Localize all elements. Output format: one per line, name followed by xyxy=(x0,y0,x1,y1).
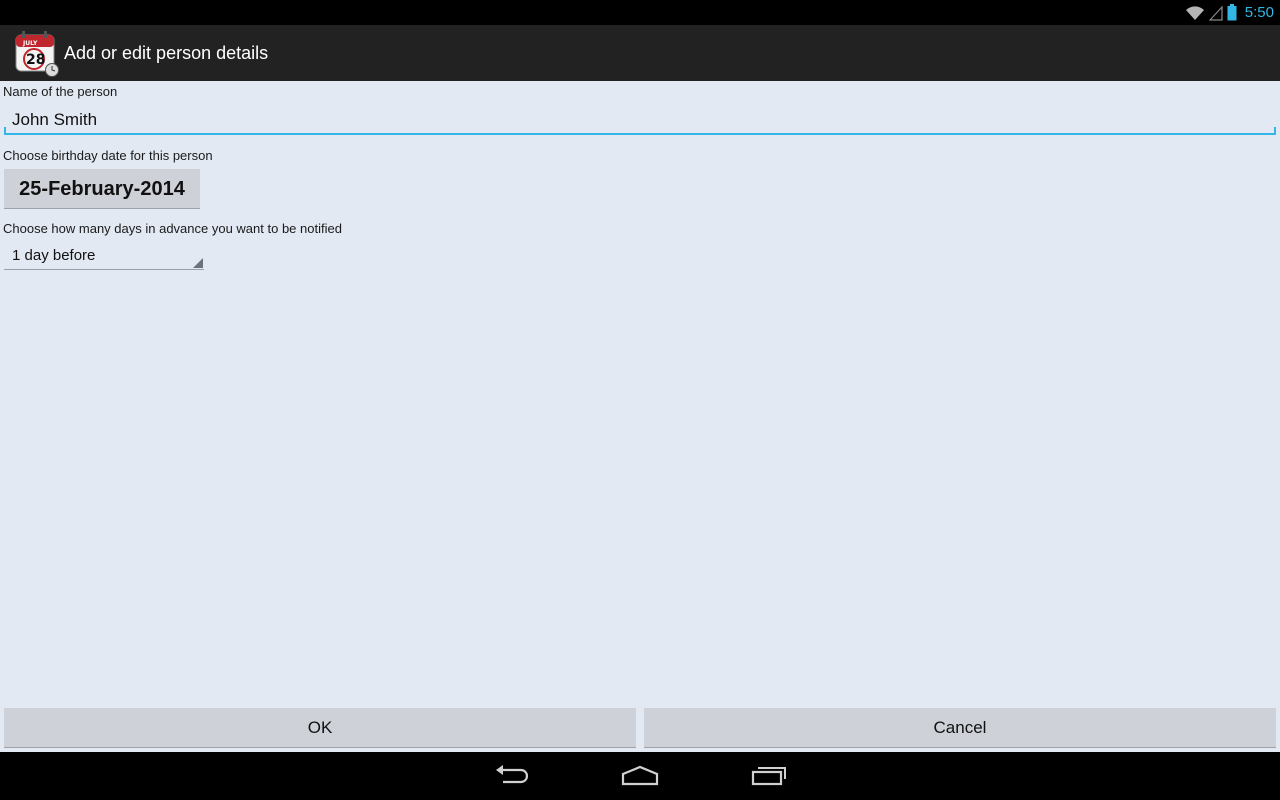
signal-icon xyxy=(1208,4,1223,21)
birthday-label: Choose birthday date for this person xyxy=(3,148,213,163)
name-label: Name of the person xyxy=(3,84,118,99)
status-icons: 5:50 xyxy=(1185,0,1274,25)
advance-days-spinner[interactable]: 1 day before xyxy=(4,245,204,270)
birthday-date-button[interactable]: 25-February-2014 xyxy=(4,169,200,209)
name-input-value: John Smith xyxy=(12,110,98,129)
back-icon[interactable] xyxy=(493,762,533,790)
status-time: 5:50 xyxy=(1244,4,1274,21)
battery-icon xyxy=(1227,4,1237,21)
svg-text:28: 28 xyxy=(26,52,45,68)
home-icon[interactable] xyxy=(620,762,660,790)
advance-days-value: 1 day before xyxy=(12,247,96,264)
form-content: Name of the person John Smith Choose bir… xyxy=(0,81,1280,752)
cancel-button[interactable]: Cancel xyxy=(644,708,1276,748)
navigation-bar xyxy=(0,752,1280,800)
screen: 5:50 JULY 28 Add or edit person details … xyxy=(0,0,1280,800)
wifi-icon xyxy=(1185,5,1204,20)
action-bar: JULY 28 Add or edit person details xyxy=(0,25,1280,81)
name-input[interactable]: John Smith xyxy=(4,105,1276,135)
status-bar: 5:50 xyxy=(0,0,1280,25)
svg-text:JULY: JULY xyxy=(22,40,38,47)
ok-button[interactable]: OK xyxy=(4,708,636,748)
spinner-arrow-icon xyxy=(193,258,203,268)
advance-label: Choose how many days in advance you want… xyxy=(3,221,342,236)
calendar-icon[interactable]: JULY 28 xyxy=(12,29,60,77)
app-title: Add or edit person details xyxy=(64,42,269,63)
recent-apps-icon[interactable] xyxy=(749,762,789,790)
